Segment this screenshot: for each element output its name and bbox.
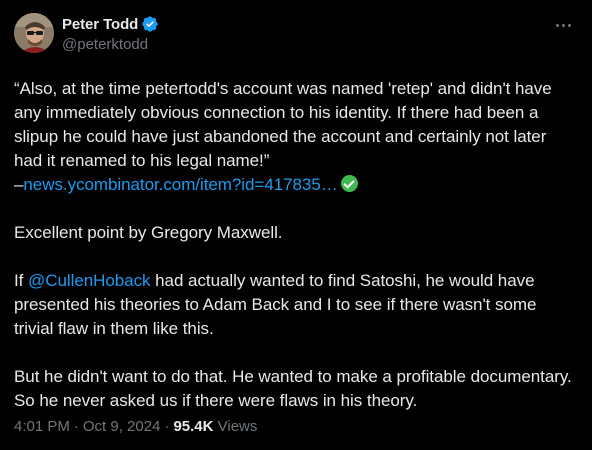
quote-text: “Also, at the time petertodd's account w… [14,79,552,170]
avatar[interactable] [14,13,54,53]
tweet-paragraph-2: Excellent point by Gregory Maxwell. [14,223,283,242]
tweet-paragraph-4: But he didn't want to do that. He wanted… [14,367,572,410]
display-name[interactable]: Peter Todd [62,16,138,33]
tweet-source-line: –news.ycombinator.com/item?id=417835… [14,173,577,197]
check-mark-icon [340,175,358,192]
source-prefix: – [14,175,24,194]
author-names: Peter Todd @peterktodd [62,14,159,53]
tweet-quote: “Also, at the time petertodd's account w… [14,77,577,173]
views-label: Views [217,418,258,435]
views-count: 95.4K [173,418,214,435]
tweet: Peter Todd @peterktodd “Also, at the tim… [0,0,592,450]
tweet-date[interactable]: Oct 9, 2024 [83,418,161,435]
more-options-button[interactable] [551,15,575,35]
tweet-text: “Also, at the time petertodd's account w… [14,77,577,413]
tweet-header: Peter Todd @peterktodd [14,12,577,62]
mention-link[interactable]: @CullenHoback [28,271,151,290]
verified-badge-icon[interactable] [141,15,159,33]
tweet-paragraph-3: If @CullenHoback had actually wanted to … [14,271,537,338]
author-handle[interactable]: @peterktodd [62,36,159,53]
meta-separator: · [73,418,79,435]
display-name-row: Peter Todd [62,14,159,34]
tweet-time[interactable]: 4:01 PM [14,418,70,435]
source-link[interactable]: news.ycombinator.com/item?id=417835… [23,175,337,194]
more-horizontal-icon [555,23,559,27]
meta-separator-2: · [164,418,170,435]
tweet-metadata: 4:01 PM · Oct 9, 2024 · 95.4K Views [14,418,257,435]
avatar-image [14,13,54,53]
